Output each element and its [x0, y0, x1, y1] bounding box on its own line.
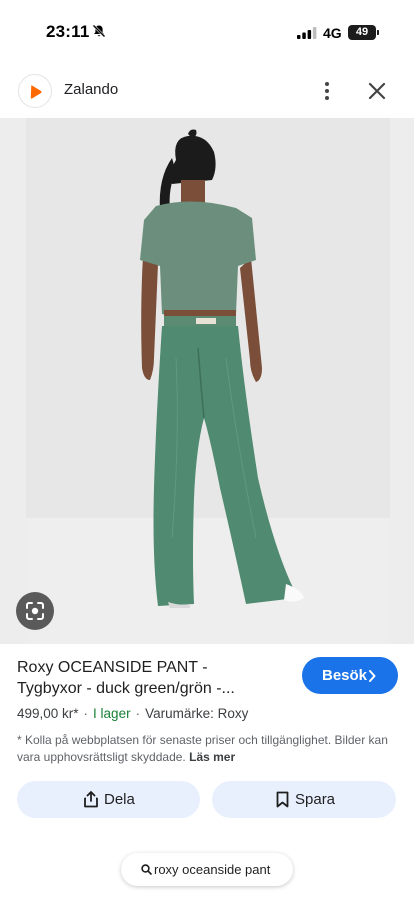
product-brand: Varumärke: Roxy: [145, 706, 249, 721]
visit-button-label: Besök: [322, 667, 368, 684]
bookmark-icon: [276, 791, 289, 808]
more-vert-icon[interactable]: [318, 79, 336, 103]
visit-button[interactable]: Besök: [302, 657, 398, 694]
status-time: 23:11: [46, 22, 90, 41]
product-title[interactable]: Roxy OCEANSIDE PANT - Tygbyxor - duck gr…: [17, 657, 287, 699]
close-icon[interactable]: [365, 79, 389, 103]
search-query: roxy oceanside pant: [154, 862, 271, 877]
share-icon: [84, 791, 98, 808]
share-button-label: Dela: [104, 791, 135, 808]
site-name[interactable]: Zalando: [64, 81, 118, 98]
separator-dot: ·: [135, 706, 141, 721]
learn-more-link[interactable]: Läs mer: [189, 750, 235, 764]
lens-button[interactable]: [16, 592, 54, 630]
save-button-label: Spara: [295, 791, 336, 808]
network-label: 4G: [323, 25, 342, 41]
viewer-header: Zalando: [0, 66, 414, 116]
disclaimer: * Kolla på webbplatsen för senaste prise…: [17, 732, 397, 766]
chevron-right-icon: [369, 670, 376, 682]
signal-icon: [297, 27, 317, 39]
zalando-logo-icon: [30, 85, 42, 99]
share-button[interactable]: Dela: [17, 781, 200, 818]
product-price: 499,00 kr*: [17, 706, 79, 721]
search-icon: [141, 864, 152, 875]
product-title-line-2: Tygbyxor - duck green/grön -...: [17, 680, 235, 697]
battery-icon: 49: [348, 25, 379, 40]
lens-icon: [26, 602, 44, 620]
product-photo: [0, 118, 414, 644]
product-meta: 499,00 kr* · I lager · Varumärke: Roxy: [17, 706, 248, 721]
product-title-line-1: Roxy OCEANSIDE PANT -: [17, 659, 208, 676]
bell-off-icon: [92, 24, 106, 38]
save-button[interactable]: Spara: [212, 781, 396, 818]
search-chip[interactable]: roxy oceanside pant: [121, 853, 293, 886]
stock-status: I lager: [93, 706, 131, 721]
status-bar: 23:11 4G 49: [0, 0, 414, 66]
zalando-logo[interactable]: [18, 74, 52, 108]
separator-dot: ·: [83, 706, 89, 721]
product-image[interactable]: [0, 118, 414, 644]
